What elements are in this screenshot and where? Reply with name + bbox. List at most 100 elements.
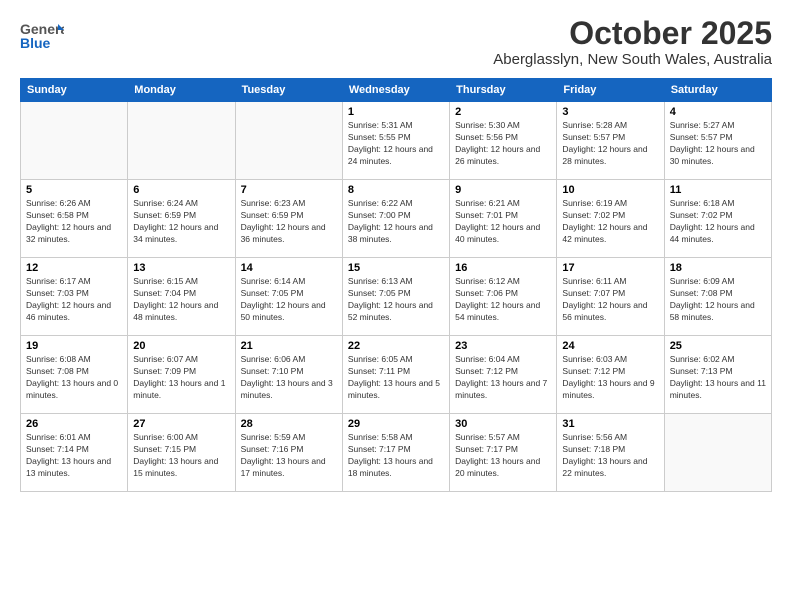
calendar-table: Sunday Monday Tuesday Wednesday Thursday…	[20, 78, 772, 492]
calendar-cell	[235, 102, 342, 180]
weekday-header-row: Sunday Monday Tuesday Wednesday Thursday…	[21, 79, 772, 102]
day-number: 29	[348, 418, 444, 430]
day-number: 17	[562, 262, 658, 274]
day-info: Sunrise: 6:06 AM Sunset: 7:10 PM Dayligh…	[241, 354, 337, 402]
logo-graphic: General Blue	[20, 16, 64, 52]
day-info: Sunrise: 6:12 AM Sunset: 7:06 PM Dayligh…	[455, 276, 551, 324]
calendar-cell: 14 Sunrise: 6:14 AM Sunset: 7:05 PM Dayli…	[235, 258, 342, 336]
day-number: 1	[348, 106, 444, 118]
calendar-cell: 10 Sunrise: 6:19 AM Sunset: 7:02 PM Dayli…	[557, 180, 664, 258]
day-info: Sunrise: 6:24 AM Sunset: 6:59 PM Dayligh…	[133, 198, 229, 246]
calendar-cell: 29 Sunrise: 5:58 AM Sunset: 7:17 PM Dayli…	[342, 414, 449, 492]
calendar-cell: 30 Sunrise: 5:57 AM Sunset: 7:17 PM Dayli…	[450, 414, 557, 492]
day-number: 15	[348, 262, 444, 274]
day-info: Sunrise: 6:02 AM Sunset: 7:13 PM Dayligh…	[670, 354, 766, 402]
day-number: 24	[562, 340, 658, 352]
header-saturday: Saturday	[664, 79, 771, 102]
calendar-cell: 28 Sunrise: 5:59 AM Sunset: 7:16 PM Dayli…	[235, 414, 342, 492]
day-number: 5	[26, 184, 122, 196]
calendar-cell: 4 Sunrise: 5:27 AM Sunset: 5:57 PM Daylig…	[664, 102, 771, 180]
calendar-cell	[21, 102, 128, 180]
day-info: Sunrise: 5:31 AM Sunset: 5:55 PM Dayligh…	[348, 120, 444, 168]
day-number: 28	[241, 418, 337, 430]
calendar-week-row: 1 Sunrise: 5:31 AM Sunset: 5:55 PM Daylig…	[21, 102, 772, 180]
day-info: Sunrise: 5:59 AM Sunset: 7:16 PM Dayligh…	[241, 432, 337, 480]
calendar-cell: 25Sunrise: 6:02 AM Sunset: 7:13 PM Dayli…	[664, 336, 771, 414]
calendar-week-row: 26 Sunrise: 6:01 AM Sunset: 7:14 PM Dayli…	[21, 414, 772, 492]
calendar-cell: 11 Sunrise: 6:18 AM Sunset: 7:02 PM Dayli…	[664, 180, 771, 258]
day-info: Sunrise: 6:21 AM Sunset: 7:01 PM Dayligh…	[455, 198, 551, 246]
header-sunday: Sunday	[21, 79, 128, 102]
calendar-cell: 7Sunrise: 6:23 AM Sunset: 6:59 PM Daylig…	[235, 180, 342, 258]
calendar-cell: 22 Sunrise: 6:05 AM Sunset: 7:11 PM Dayli…	[342, 336, 449, 414]
day-number: 30	[455, 418, 551, 430]
calendar-cell: 18 Sunrise: 6:09 AM Sunset: 7:08 PM Dayli…	[664, 258, 771, 336]
month-title: October 2025	[493, 16, 772, 51]
calendar-cell: 31 Sunrise: 5:56 AM Sunset: 7:18 PM Dayli…	[557, 414, 664, 492]
day-info: Sunrise: 6:05 AM Sunset: 7:11 PM Dayligh…	[348, 354, 444, 402]
calendar-week-row: 5Sunrise: 6:26 AM Sunset: 6:58 PM Daylig…	[21, 180, 772, 258]
day-info: Sunrise: 6:18 AM Sunset: 7:02 PM Dayligh…	[670, 198, 766, 246]
logo: General Blue	[20, 16, 64, 52]
day-info: Sunrise: 6:11 AM Sunset: 7:07 PM Dayligh…	[562, 276, 658, 324]
day-info: Sunrise: 6:15 AM Sunset: 7:04 PM Dayligh…	[133, 276, 229, 324]
page: General Blue October 2025 Aberglasslyn, …	[0, 0, 792, 612]
calendar-cell	[128, 102, 235, 180]
day-number: 4	[670, 106, 766, 118]
calendar-cell: 8 Sunrise: 6:22 AM Sunset: 7:00 PM Daylig…	[342, 180, 449, 258]
day-info: Sunrise: 6:04 AM Sunset: 7:12 PM Dayligh…	[455, 354, 551, 402]
calendar-cell: 15 Sunrise: 6:13 AM Sunset: 7:05 PM Dayli…	[342, 258, 449, 336]
day-number: 11	[670, 184, 766, 196]
day-number: 3	[562, 106, 658, 118]
day-info: Sunrise: 5:58 AM Sunset: 7:17 PM Dayligh…	[348, 432, 444, 480]
day-number: 12	[26, 262, 122, 274]
calendar-cell: 1 Sunrise: 5:31 AM Sunset: 5:55 PM Daylig…	[342, 102, 449, 180]
day-info: Sunrise: 6:19 AM Sunset: 7:02 PM Dayligh…	[562, 198, 658, 246]
calendar-cell: 16 Sunrise: 6:12 AM Sunset: 7:06 PM Dayli…	[450, 258, 557, 336]
title-area: October 2025 Aberglasslyn, New South Wal…	[493, 16, 772, 68]
day-info: Sunrise: 6:14 AM Sunset: 7:05 PM Dayligh…	[241, 276, 337, 324]
calendar-cell: 17 Sunrise: 6:11 AM Sunset: 7:07 PM Dayli…	[557, 258, 664, 336]
day-number: 13	[133, 262, 229, 274]
day-info: Sunrise: 6:00 AM Sunset: 7:15 PM Dayligh…	[133, 432, 229, 480]
calendar-cell: 24 Sunrise: 6:03 AM Sunset: 7:12 PM Dayli…	[557, 336, 664, 414]
calendar-cell: 20Sunrise: 6:07 AM Sunset: 7:09 PM Dayli…	[128, 336, 235, 414]
day-number: 19	[26, 340, 122, 352]
svg-text:Blue: Blue	[20, 35, 51, 51]
day-info: Sunrise: 5:30 AM Sunset: 5:56 PM Dayligh…	[455, 120, 551, 168]
calendar-cell: 27 Sunrise: 6:00 AM Sunset: 7:15 PM Dayli…	[128, 414, 235, 492]
calendar-cell: 26 Sunrise: 6:01 AM Sunset: 7:14 PM Dayli…	[21, 414, 128, 492]
day-info: Sunrise: 5:27 AM Sunset: 5:57 PM Dayligh…	[670, 120, 766, 168]
day-number: 26	[26, 418, 122, 430]
day-number: 22	[348, 340, 444, 352]
day-info: Sunrise: 6:09 AM Sunset: 7:08 PM Dayligh…	[670, 276, 766, 324]
day-number: 14	[241, 262, 337, 274]
day-number: 10	[562, 184, 658, 196]
day-number: 6	[133, 184, 229, 196]
day-info: Sunrise: 6:08 AM Sunset: 7:08 PM Dayligh…	[26, 354, 122, 402]
day-number: 31	[562, 418, 658, 430]
day-info: Sunrise: 5:57 AM Sunset: 7:17 PM Dayligh…	[455, 432, 551, 480]
calendar-cell	[664, 414, 771, 492]
header-wednesday: Wednesday	[342, 79, 449, 102]
calendar-cell: 13 Sunrise: 6:15 AM Sunset: 7:04 PM Dayli…	[128, 258, 235, 336]
calendar-week-row: 12Sunrise: 6:17 AM Sunset: 7:03 PM Dayli…	[21, 258, 772, 336]
day-number: 21	[241, 340, 337, 352]
day-info: Sunrise: 6:01 AM Sunset: 7:14 PM Dayligh…	[26, 432, 122, 480]
calendar-cell: 12Sunrise: 6:17 AM Sunset: 7:03 PM Dayli…	[21, 258, 128, 336]
day-info: Sunrise: 5:28 AM Sunset: 5:57 PM Dayligh…	[562, 120, 658, 168]
calendar-cell: 21 Sunrise: 6:06 AM Sunset: 7:10 PM Dayli…	[235, 336, 342, 414]
day-info: Sunrise: 6:13 AM Sunset: 7:05 PM Dayligh…	[348, 276, 444, 324]
day-number: 18	[670, 262, 766, 274]
day-number: 2	[455, 106, 551, 118]
calendar-cell: 3 Sunrise: 5:28 AM Sunset: 5:57 PM Daylig…	[557, 102, 664, 180]
day-info: Sunrise: 6:22 AM Sunset: 7:00 PM Dayligh…	[348, 198, 444, 246]
header-friday: Friday	[557, 79, 664, 102]
day-number: 23	[455, 340, 551, 352]
day-info: Sunrise: 5:56 AM Sunset: 7:18 PM Dayligh…	[562, 432, 658, 480]
day-number: 8	[348, 184, 444, 196]
day-number: 27	[133, 418, 229, 430]
header-thursday: Thursday	[450, 79, 557, 102]
day-number: 16	[455, 262, 551, 274]
day-info: Sunrise: 6:03 AM Sunset: 7:12 PM Dayligh…	[562, 354, 658, 402]
